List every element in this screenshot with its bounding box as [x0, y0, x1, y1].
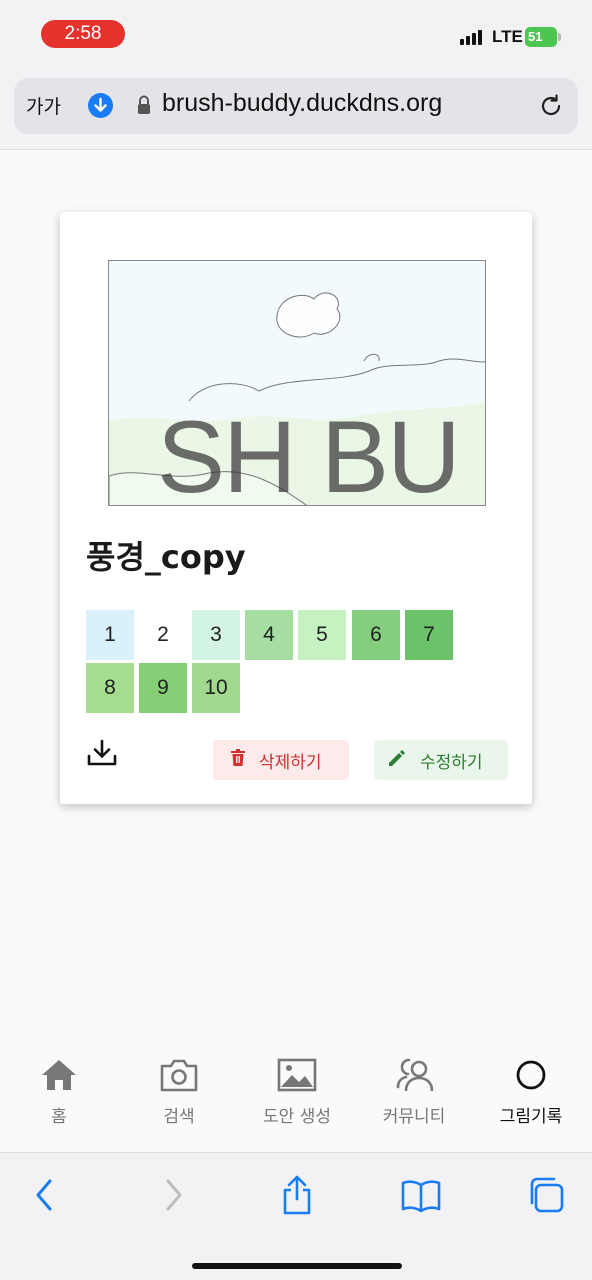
delete-button[interactable]: 삭제하기: [213, 740, 349, 780]
bottom-navigation: 홈 검색 도안 생성 커뮤니티 그림기록: [0, 1040, 592, 1150]
palette-chip[interactable]: 9: [139, 663, 187, 713]
edit-button[interactable]: 수정하기: [374, 740, 508, 780]
nav-item-records[interactable]: 그림기록: [472, 1056, 590, 1136]
signal-icon: [460, 29, 482, 45]
home-indicator: [192, 1263, 402, 1269]
drawing-title: 풍경_copy: [86, 538, 246, 576]
nav-item-home[interactable]: 홈: [0, 1056, 118, 1136]
tabs-icon[interactable]: [526, 1175, 566, 1215]
pencil-icon: [388, 749, 406, 772]
network-label: LTE: [492, 27, 523, 46]
download-indicator-icon[interactable]: [88, 93, 113, 118]
browser-address-area: 가가 brush-buddy.duckdns.org: [0, 70, 592, 150]
palette-chip[interactable]: 7: [405, 610, 453, 660]
palette-chip-label: 2: [157, 623, 169, 646]
palette-chip-label: 1: [104, 623, 116, 646]
drawing-thumbnail[interactable]: SH BU: [108, 260, 486, 506]
trash-icon: [231, 749, 245, 771]
palette-chip[interactable]: 5: [298, 610, 346, 660]
url-text: brush-buddy.duckdns.org: [162, 89, 443, 117]
palette-chip[interactable]: 6: [352, 610, 400, 660]
palette-chip-label: 7: [423, 623, 435, 646]
delete-label: 삭제하기: [259, 752, 322, 773]
camera-icon: [159, 1056, 199, 1094]
nav-label: 검색: [163, 1107, 195, 1127]
circle-icon: [511, 1056, 551, 1094]
status-bar: 2:58 LTE 51: [0, 0, 592, 70]
nav-label: 홈: [51, 1107, 67, 1127]
text-size-button[interactable]: 가가: [26, 92, 61, 119]
palette-chip[interactable]: 4: [245, 610, 293, 660]
palette-chip-label: 4: [263, 623, 275, 646]
palette-chip-label: 5: [316, 623, 328, 646]
nav-label: 도안 생성: [263, 1107, 331, 1127]
image-icon: [277, 1056, 317, 1094]
download-icon[interactable]: [86, 738, 118, 768]
nav-item-community[interactable]: 커뮤니티: [355, 1056, 473, 1136]
palette-chip[interactable]: 1: [86, 610, 134, 660]
edit-label: 수정하기: [420, 752, 483, 773]
lock-icon: [137, 94, 151, 116]
forward-icon[interactable]: [152, 1175, 192, 1215]
back-icon[interactable]: [26, 1175, 66, 1215]
palette-chip-label: 6: [370, 623, 382, 646]
battery-icon: 51: [525, 27, 561, 47]
status-time: 2:58: [41, 20, 125, 48]
palette-chip-label: 10: [204, 676, 228, 699]
address-bar[interactable]: 가가 brush-buddy.duckdns.org: [14, 78, 578, 134]
palette-chip[interactable]: 8: [86, 663, 134, 713]
people-icon: [394, 1056, 434, 1094]
reload-icon[interactable]: [537, 92, 565, 120]
palette-chip-label: 9: [157, 676, 169, 699]
bookmarks-icon[interactable]: [401, 1175, 441, 1215]
drawing-card: SH BU 풍경_copy 1 2 3 4 5 6 7 8 9 10 삭제하기 …: [60, 212, 532, 804]
nav-label: 커뮤니티: [382, 1107, 446, 1127]
palette-chip[interactable]: 10: [192, 663, 240, 713]
share-icon[interactable]: [277, 1175, 317, 1215]
palette-chip[interactable]: 3: [192, 610, 240, 660]
palette-chip-label: 3: [210, 623, 222, 646]
browser-toolbar: [0, 1152, 592, 1280]
nav-label: 그림기록: [499, 1107, 563, 1127]
home-icon: [39, 1056, 79, 1094]
nav-item-create[interactable]: 도안 생성: [238, 1056, 356, 1136]
palette-chip[interactable]: 2: [139, 610, 187, 660]
battery-level: 51: [525, 27, 557, 47]
watermark-text: SH BU: [157, 400, 461, 506]
palette-chip-label: 8: [104, 676, 116, 699]
nav-item-search[interactable]: 검색: [120, 1056, 238, 1136]
card-actions: 삭제하기 수정하기: [60, 732, 532, 782]
